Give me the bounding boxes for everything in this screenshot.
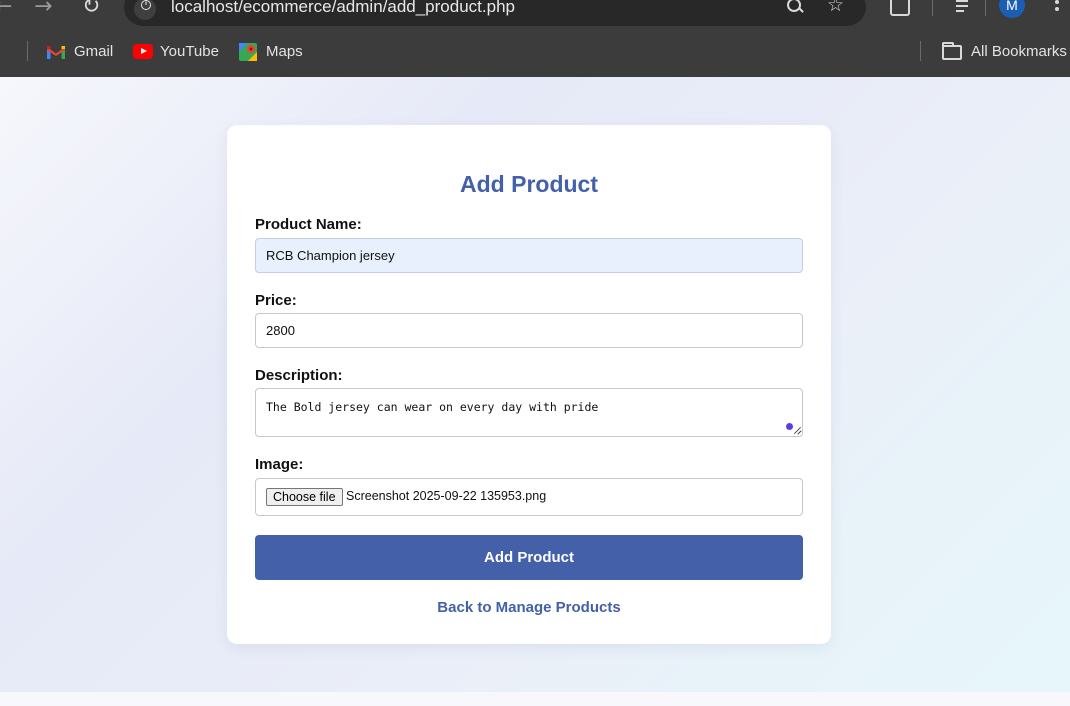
add-product-card: Add Product Product Name: RCB Champion j… [227, 125, 831, 644]
apps-icon[interactable] [0, 43, 8, 59]
gmail-icon [47, 46, 65, 59]
site-info-icon[interactable] [134, 0, 156, 20]
profile-avatar[interactable]: M [999, 0, 1025, 18]
youtube-icon [133, 44, 153, 59]
price-value: 2800 [266, 323, 295, 338]
all-bookmarks-button[interactable]: All Bookmarks [942, 42, 1070, 62]
reload-icon[interactable]: ↻ [82, 0, 100, 18]
browser-toolbar: ← → ↻ localhost/ecommerce/admin/add_prod… [0, 0, 1070, 28]
description-value: The Bold jersey can wear on every day wi… [266, 400, 599, 414]
all-bookmarks-label: All Bookmarks [971, 43, 1067, 60]
folder-icon [942, 42, 962, 60]
bookmark-maps[interactable]: Maps [239, 42, 309, 62]
grammar-extension-icon[interactable] [786, 423, 793, 430]
selected-file-name: Screenshot 2025-09-22 135953.png [346, 489, 547, 503]
page-title: Add Product [460, 171, 598, 197]
image-label: Image: [255, 456, 304, 473]
description-textarea[interactable]: The Bold jersey can wear on every day wi… [255, 388, 803, 437]
back-icon[interactable]: ← [0, 0, 12, 18]
bookmarks-divider [920, 41, 921, 61]
bookmark-gmail[interactable]: Gmail [47, 42, 117, 62]
bookmark-label: Maps [266, 43, 303, 60]
page-footer-strip [0, 692, 1070, 706]
choose-file-button[interactable]: Choose file [266, 488, 343, 506]
back-to-manage-products-link[interactable]: Back to Manage Products [227, 599, 831, 616]
menu-icon[interactable] [1050, 0, 1064, 18]
price-input[interactable]: 2800 [255, 313, 803, 348]
image-file-input[interactable]: Choose file Screenshot 2025-09-22 135953… [255, 478, 803, 516]
resize-handle-icon[interactable] [793, 426, 801, 434]
bookmark-label: Gmail [74, 43, 114, 60]
bookmark-youtube[interactable]: YouTube [133, 42, 223, 62]
add-product-button[interactable]: Add Product [255, 535, 803, 580]
media-icon[interactable] [956, 0, 974, 14]
maps-icon [239, 43, 257, 61]
product-name-label: Product Name: [255, 216, 362, 233]
product-name-value: RCB Champion jersey [266, 248, 395, 263]
address-bar[interactable]: localhost/ecommerce/admin/add_product.ph… [124, 0, 866, 26]
bookmark-star-icon[interactable]: ☆ [827, 0, 844, 15]
bookmarks-divider [27, 41, 28, 61]
forward-icon[interactable]: → [34, 0, 52, 18]
price-label: Price: [255, 292, 297, 309]
zoom-icon[interactable] [786, 0, 804, 16]
toolbar-divider [932, 0, 933, 16]
url-text[interactable]: localhost/ecommerce/admin/add_product.ph… [171, 0, 515, 17]
description-label: Description: [255, 367, 343, 384]
extensions-icon[interactable] [890, 0, 910, 16]
bookmark-label: YouTube [160, 43, 219, 60]
product-name-input[interactable]: RCB Champion jersey [255, 238, 803, 273]
bookmarks-bar: Gmail YouTube Maps All Bookmarks [0, 28, 1070, 77]
toolbar-divider [985, 0, 986, 16]
